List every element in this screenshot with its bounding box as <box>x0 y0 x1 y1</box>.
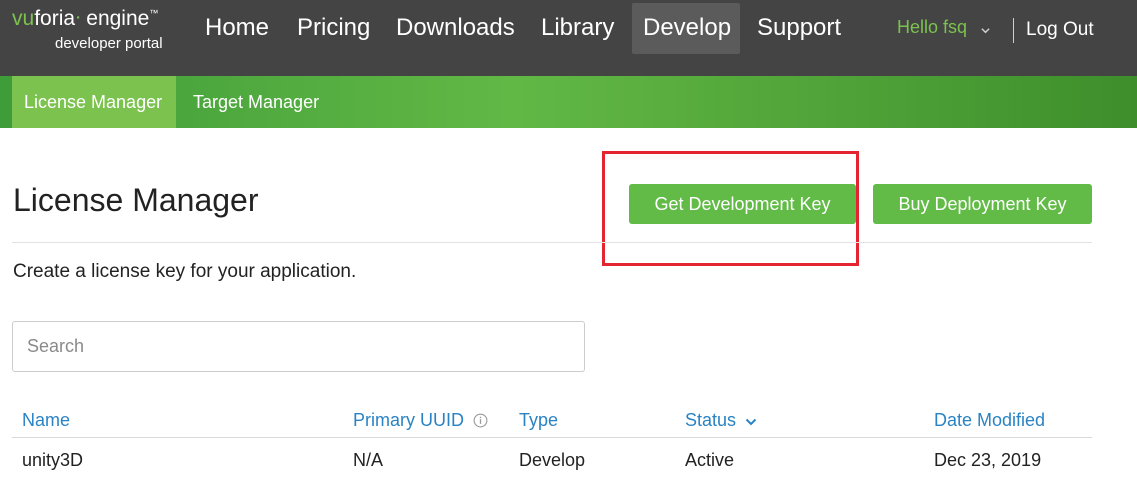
column-header-name[interactable]: Name <box>22 410 70 431</box>
column-header-date-modified[interactable]: Date Modified <box>934 410 1045 431</box>
nav-support[interactable]: Support <box>746 3 852 54</box>
buy-deployment-key-button[interactable]: Buy Deployment Key <box>873 184 1092 224</box>
info-icon[interactable] <box>473 413 488 428</box>
title-divider <box>12 242 1092 243</box>
logo-subtitle: developer portal <box>55 35 163 52</box>
nav-home[interactable]: Home <box>194 3 280 54</box>
chevron-down-icon[interactable] <box>981 26 990 35</box>
logout-link[interactable]: Log Out <box>1026 19 1094 41</box>
user-greeting[interactable]: Hello fsq <box>897 17 967 38</box>
nav-library[interactable]: Library <box>530 3 625 54</box>
search-input[interactable] <box>12 321 585 372</box>
page-title: License Manager <box>13 182 259 218</box>
top-navigation-bar: vuforiaᐧ engine™ developer portal Home P… <box>0 0 1137 76</box>
logo-wordmark: vuforiaᐧ engine™ <box>12 7 159 30</box>
tab-license-manager[interactable]: License Manager <box>12 76 176 128</box>
cell-name[interactable]: unity3D <box>22 450 83 471</box>
cell-status: Active <box>685 450 735 470</box>
column-header-type[interactable]: Type <box>519 410 558 431</box>
chevron-down-icon[interactable] <box>745 418 757 426</box>
nav-pricing[interactable]: Pricing <box>286 3 381 54</box>
cell-type: Develop <box>519 450 586 470</box>
page-description: Create a license key for your applicatio… <box>13 261 357 282</box>
column-header-status[interactable]: Status <box>685 410 736 431</box>
nav-downloads[interactable]: Downloads <box>385 3 526 54</box>
nav-develop[interactable]: Develop <box>632 3 740 54</box>
nav-divider <box>1013 18 1014 43</box>
cell-primary-uuid: N/A <box>353 450 384 470</box>
vuforia-logo[interactable]: vuforiaᐧ engine™ developer portal <box>12 6 182 56</box>
tab-target-manager[interactable]: Target Manager <box>181 76 331 128</box>
highlight-annotation-box <box>602 151 859 266</box>
column-header-primary-uuid[interactable]: Primary UUID <box>353 410 464 431</box>
cell-date-modified: Dec 23, 2019 <box>934 450 1042 470</box>
table-header-divider <box>12 437 1092 438</box>
sub-navigation-bar: License Manager Target Manager <box>0 76 1137 128</box>
